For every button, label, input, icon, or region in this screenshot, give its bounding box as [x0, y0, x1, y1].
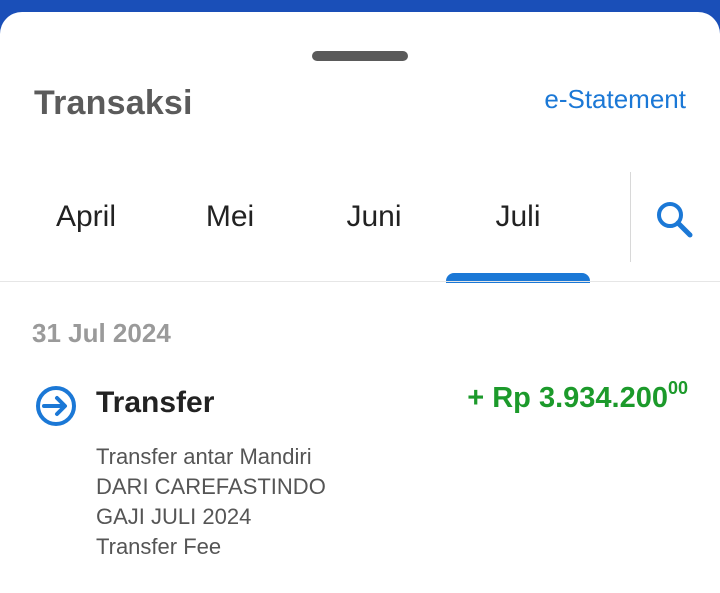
transactions-sheet: Transaksi e-Statement April Mei Juni Jul…: [0, 12, 720, 593]
drag-handle[interactable]: [312, 51, 408, 61]
page-title: Transaksi: [34, 84, 193, 122]
transaction-row[interactable]: Transfer + Rp 3.934.20000 Transfer antar…: [0, 372, 720, 572]
e-statement-link[interactable]: e-Statement: [544, 84, 686, 115]
transaction-amount: + Rp 3.934.20000: [467, 378, 688, 415]
tab-juni[interactable]: Juni: [340, 200, 408, 240]
tab-divider: [630, 172, 631, 262]
tab-juli[interactable]: Juli: [484, 200, 552, 240]
header-divider: [0, 281, 720, 282]
tab-april[interactable]: April: [50, 200, 122, 240]
month-tabs: April Mei Juni Juli: [0, 172, 630, 282]
transaction-detail-line: GAJI JULI 2024: [96, 504, 252, 529]
amount-cents: 00: [667, 378, 688, 398]
transaction-detail-line: Transfer antar Mandiri: [96, 444, 312, 469]
search-icon: [657, 202, 693, 238]
transaction-detail-line: Transfer Fee: [96, 534, 222, 559]
transaction-type: Transfer: [96, 386, 215, 419]
transfer-in-icon: [34, 384, 78, 428]
search-button[interactable]: [650, 196, 700, 242]
tab-mei[interactable]: Mei: [200, 200, 260, 240]
amount-main: + Rp 3.934.200: [467, 382, 668, 414]
transaction-detail-line: DARI CAREFASTINDO: [96, 474, 326, 499]
transaction-date: 31 Jul 2024: [32, 318, 171, 348]
